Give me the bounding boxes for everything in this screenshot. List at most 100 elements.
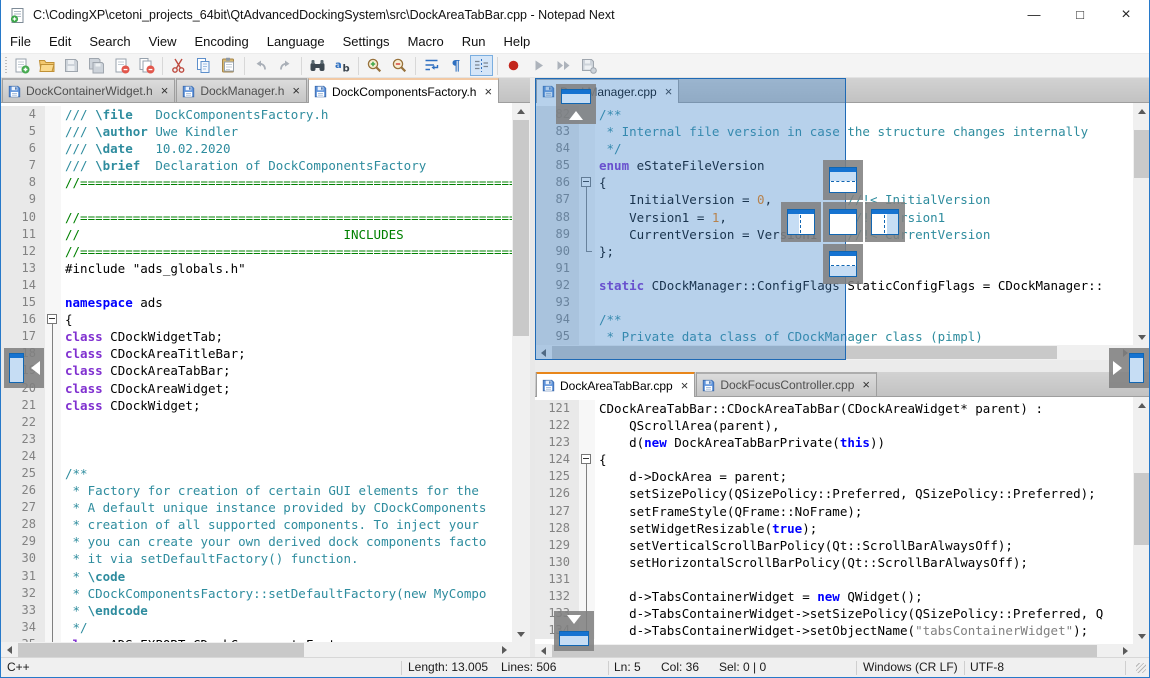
code-text[interactable]: d->TabsContainerWidget = new QWidget(); bbox=[595, 588, 923, 605]
scrollbar-thumb[interactable] bbox=[1134, 473, 1150, 545]
code-text[interactable] bbox=[595, 571, 599, 588]
code-text[interactable]: CDockAreaTabBar::CDockAreaTabBar(CDockAr… bbox=[595, 400, 1043, 417]
scroll-left-button[interactable] bbox=[1, 642, 17, 658]
code-text[interactable] bbox=[61, 277, 65, 294]
zoom-out-button[interactable] bbox=[388, 55, 411, 76]
code-text[interactable]: class CDockWidgetTab; bbox=[61, 328, 223, 345]
menu-language[interactable]: Language bbox=[258, 30, 334, 53]
edge-bottom-indicator[interactable] bbox=[554, 611, 594, 651]
code-text[interactable]: setWidgetResizable(true); bbox=[595, 520, 817, 537]
code-view[interactable]: 4/// \file DockComponentsFactory.h5/// \… bbox=[1, 103, 512, 642]
code-text[interactable]: //======================================… bbox=[61, 243, 512, 260]
code-text[interactable]: d(new DockAreaTabBarPrivate(this)) bbox=[595, 434, 885, 451]
code-text[interactable]: //======================================… bbox=[61, 174, 512, 191]
tab-DockAreaTabBar.cpp[interactable]: DockAreaTabBar.cpp× bbox=[536, 372, 695, 397]
code-text[interactable]: * \code bbox=[61, 568, 125, 585]
code-text[interactable]: namespace ads bbox=[61, 294, 163, 311]
indentation-guides-button[interactable] bbox=[470, 55, 493, 76]
find-button[interactable] bbox=[306, 55, 329, 76]
code-text[interactable]: * CDockComponentsFactory::setDefaultFact… bbox=[61, 585, 486, 602]
code-text[interactable] bbox=[61, 431, 65, 448]
code-text[interactable]: d->DockArea = parent; bbox=[595, 468, 787, 485]
record-macro-button[interactable] bbox=[502, 55, 525, 76]
code-text[interactable] bbox=[61, 448, 65, 465]
tab-close-icon[interactable]: × bbox=[862, 379, 870, 391]
editor-dockareatabbar[interactable]: 121CDockAreaTabBar::CDockAreaTabBar(CDoc… bbox=[535, 397, 1150, 658]
save-all-button[interactable] bbox=[85, 55, 108, 76]
scroll-right-button[interactable] bbox=[496, 642, 512, 658]
code-text[interactable]: setHorizontalScrollBarPolicy(Qt::ScrollB… bbox=[595, 554, 1028, 571]
new-file-button[interactable] bbox=[10, 55, 33, 76]
code-text[interactable]: */ bbox=[61, 619, 88, 636]
close-button[interactable]: × bbox=[1103, 0, 1149, 30]
code-text[interactable]: // INCLUDES bbox=[61, 226, 404, 243]
copy-button[interactable] bbox=[192, 55, 215, 76]
scrollbar-thumb[interactable] bbox=[513, 120, 529, 336]
resize-grip[interactable] bbox=[1136, 663, 1146, 673]
scroll-right-button[interactable] bbox=[1117, 644, 1133, 658]
vertical-scrollbar[interactable] bbox=[1133, 103, 1150, 345]
scroll-down-button[interactable] bbox=[512, 626, 530, 642]
zoom-in-button[interactable] bbox=[363, 55, 386, 76]
tab-close-icon[interactable]: × bbox=[681, 380, 689, 392]
code-text[interactable]: * you can create your own derived dock c… bbox=[61, 533, 486, 550]
code-text[interactable]: setSizePolicy(QSizePolicy::Preferred, QS… bbox=[595, 485, 1096, 502]
replace-button[interactable]: ab bbox=[331, 55, 354, 76]
code-text[interactable]: * Factory for creation of certain GUI el… bbox=[61, 482, 479, 499]
word-wrap-button[interactable] bbox=[420, 55, 443, 76]
code-text[interactable]: /** bbox=[61, 465, 88, 482]
status-language[interactable]: C++ bbox=[7, 660, 30, 674]
fold-margin[interactable] bbox=[579, 451, 595, 468]
play-macro-button[interactable] bbox=[527, 55, 550, 76]
scroll-up-button[interactable] bbox=[1133, 103, 1150, 119]
menu-view[interactable]: View bbox=[140, 30, 186, 53]
minimize-button[interactable]: — bbox=[1011, 0, 1057, 30]
code-text[interactable]: class CDockAreaWidget; bbox=[61, 380, 231, 397]
code-text[interactable]: class CDockAreaTitleBar; bbox=[61, 345, 246, 362]
menu-settings[interactable]: Settings bbox=[334, 30, 399, 53]
scroll-down-button[interactable] bbox=[1133, 329, 1150, 345]
dock-right-indicator[interactable] bbox=[865, 202, 905, 242]
code-text[interactable] bbox=[61, 191, 65, 208]
scrollbar-thumb[interactable] bbox=[18, 643, 304, 657]
edge-top-indicator[interactable] bbox=[556, 84, 596, 124]
scrollbar-thumb[interactable] bbox=[1134, 130, 1150, 178]
code-text[interactable]: d->TabsContainerWidget->setObjectName("t… bbox=[595, 622, 1088, 639]
code-text[interactable]: * A default unique instance provided by … bbox=[61, 499, 486, 516]
code-view[interactable]: 121CDockAreaTabBar::CDockAreaTabBar(CDoc… bbox=[535, 397, 1133, 644]
code-text[interactable]: setFrameStyle(QFrame::NoFrame); bbox=[595, 503, 862, 520]
fold-collapse-icon[interactable] bbox=[581, 454, 591, 464]
run-macro-multiple-button[interactable] bbox=[552, 55, 575, 76]
code-text[interactable]: * it via setDefaultFactory() function. bbox=[61, 550, 359, 567]
code-text[interactable]: /// \file DockComponentsFactory.h bbox=[61, 106, 328, 123]
dock-top-indicator[interactable] bbox=[823, 160, 863, 200]
menu-search[interactable]: Search bbox=[80, 30, 139, 53]
horizontal-splitter[interactable] bbox=[535, 360, 1150, 372]
scroll-up-button[interactable] bbox=[512, 103, 530, 119]
fold-margin[interactable] bbox=[45, 311, 61, 328]
save-button[interactable] bbox=[60, 55, 83, 76]
code-text[interactable]: /// \date 10.02.2020 bbox=[61, 140, 231, 157]
scroll-down-button[interactable] bbox=[1133, 628, 1150, 644]
edge-left-indicator[interactable] bbox=[4, 348, 44, 388]
edge-right-indicator[interactable] bbox=[1109, 348, 1149, 388]
dock-center-indicator[interactable] bbox=[823, 202, 863, 242]
code-text[interactable]: /// \author Uwe Kindler bbox=[61, 123, 238, 140]
save-macro-button[interactable] bbox=[577, 55, 600, 76]
code-text[interactable] bbox=[61, 414, 65, 431]
code-text[interactable]: setVerticalScrollBarPolicy(Qt::ScrollBar… bbox=[595, 537, 1013, 554]
open-file-button[interactable] bbox=[35, 55, 58, 76]
tab-close-icon[interactable]: × bbox=[292, 85, 300, 97]
menu-macro[interactable]: Macro bbox=[399, 30, 453, 53]
fold-collapse-icon[interactable] bbox=[47, 314, 57, 324]
undo-button[interactable] bbox=[249, 55, 272, 76]
tab-close-icon[interactable]: × bbox=[161, 85, 169, 97]
status-eol-mode[interactable]: Windows (CR LF) bbox=[863, 660, 958, 674]
code-text[interactable]: d->TabsContainerWidget->setSizePolicy(QS… bbox=[595, 605, 1103, 622]
code-text[interactable]: /// \brief Declaration of DockComponents… bbox=[61, 157, 426, 174]
vertical-scrollbar[interactable] bbox=[1133, 397, 1150, 644]
maximize-button[interactable]: □ bbox=[1057, 0, 1103, 30]
code-text[interactable]: class CDockWidget; bbox=[61, 397, 200, 414]
tab-DockManager.h[interactable]: DockManager.h× bbox=[176, 78, 307, 102]
editor-dockcomponentsfactory[interactable]: 4/// \file DockComponentsFactory.h5/// \… bbox=[1, 103, 530, 658]
